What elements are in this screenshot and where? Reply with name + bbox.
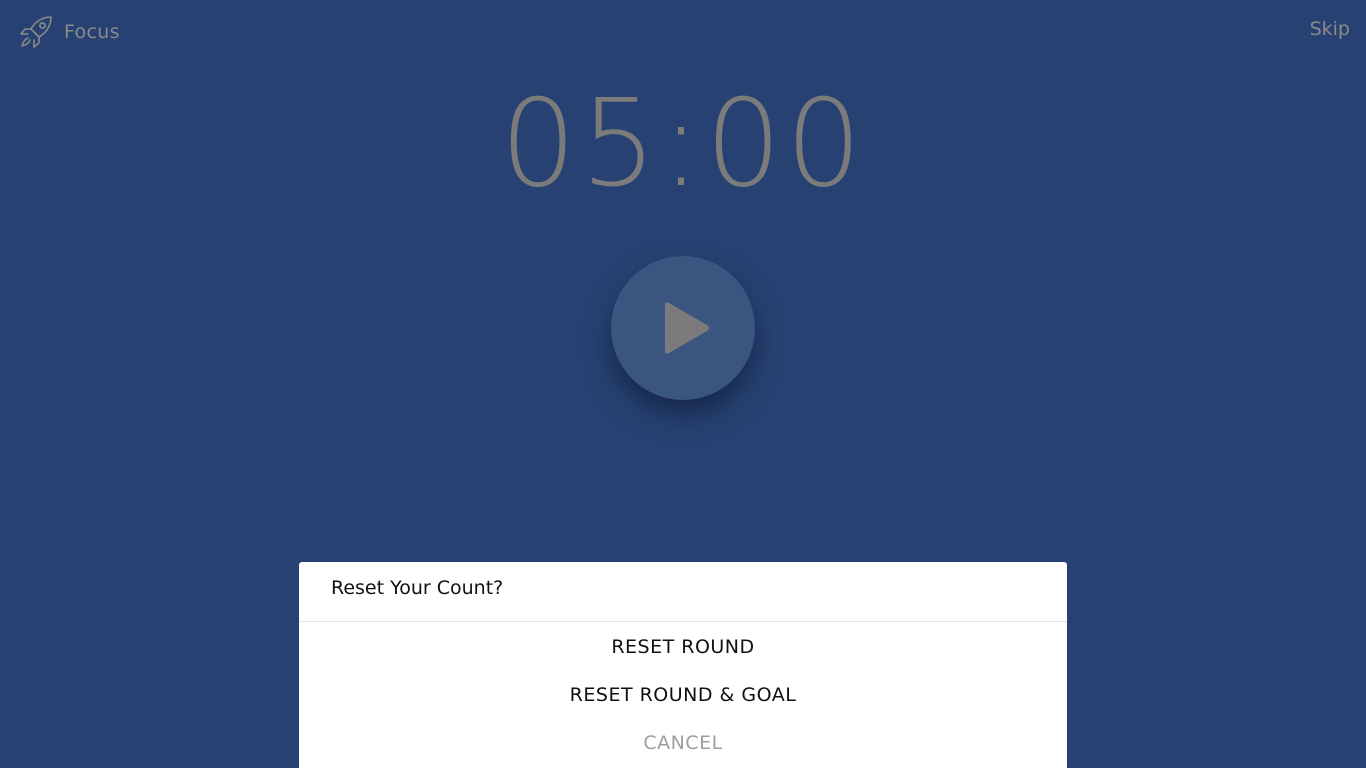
dialog-title: Reset Your Count? [299,562,1067,622]
play-icon [665,302,709,354]
reset-round-button[interactable]: RESET ROUND [299,623,1067,671]
mode-indicator: Focus [18,14,120,50]
timer-screen: Focus Skip 05:00 Reset Your Count? RESET… [0,0,1366,768]
timer-display: 05:00 [500,75,866,214]
reset-round-and-goal-button[interactable]: RESET ROUND & GOAL [299,671,1067,719]
play-button[interactable] [611,256,755,400]
cancel-button[interactable]: CANCEL [299,719,1067,767]
rocket-icon [20,16,52,48]
reset-dialog: Reset Your Count? RESET ROUND RESET ROUN… [299,562,1067,768]
mode-label: Focus [64,21,120,43]
skip-button[interactable]: Skip [1310,18,1350,40]
